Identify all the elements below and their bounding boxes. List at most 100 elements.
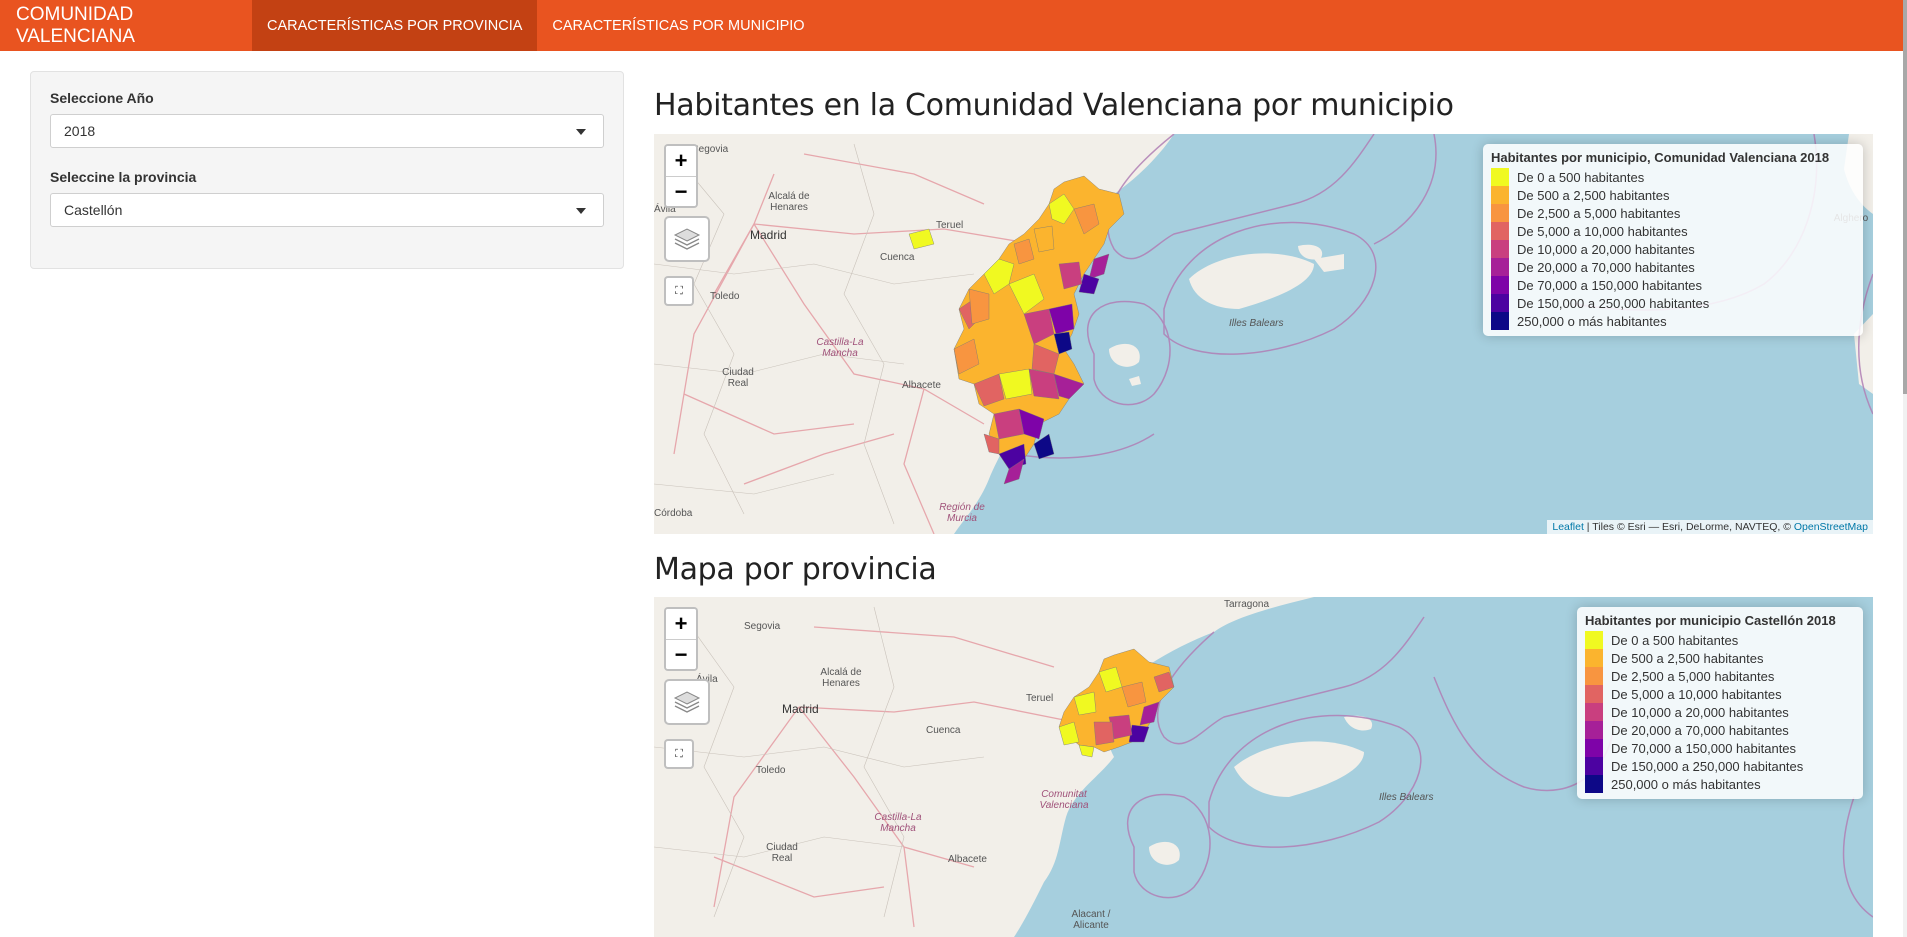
- legend-map2: Habitantes por municipio Castellón 2018 …: [1577, 607, 1863, 799]
- legend-rows: De 0 a 500 habitantes De 500 a 2,500 habi…: [1585, 631, 1855, 793]
- legend-label: De 20,000 a 70,000 habitantes: [1517, 259, 1695, 275]
- place-label: Toledo: [710, 291, 740, 302]
- legend-label: De 10,000 a 20,000 habitantes: [1517, 241, 1695, 257]
- legend-swatch: [1585, 685, 1603, 703]
- legend-item: De 0 a 500 habitantes: [1585, 631, 1855, 649]
- place-label: Segovia: [744, 621, 781, 632]
- place-label: Ciudad Real: [766, 842, 798, 864]
- legend-item: De 20,000 a 70,000 habitantes: [1585, 721, 1855, 739]
- map-comunidad-valenciana[interactable]: Segovia Alcalá de Henares Ávila Madrid T…: [654, 134, 1873, 534]
- place-label: Alacant / Alicante: [1071, 909, 1111, 931]
- fullscreen-button[interactable]: ⛶: [664, 276, 694, 306]
- legend-item: De 0 a 500 habitantes: [1491, 168, 1855, 186]
- brand-title[interactable]: COMUNIDAD VALENCIANA: [0, 0, 252, 51]
- legend-swatch: [1491, 168, 1509, 186]
- legend-swatch: [1491, 276, 1509, 294]
- legend-item: De 70,000 a 150,000 habitantes: [1585, 739, 1855, 757]
- place-label: Ciudad Real: [722, 367, 754, 389]
- place-label: Albacete: [948, 854, 987, 865]
- legend-item: De 10,000 a 20,000 habitantes: [1491, 240, 1855, 258]
- legend-label: De 10,000 a 20,000 habitantes: [1611, 704, 1789, 720]
- legend-label: De 150,000 a 250,000 habitantes: [1517, 295, 1710, 311]
- legend-rows: De 0 a 500 habitantes De 500 a 2,500 habi…: [1491, 168, 1855, 330]
- tab-caracteristicas-provincia[interactable]: CARACTERÍSTICAS POR PROVINCIA: [252, 0, 538, 51]
- legend-swatch: [1491, 204, 1509, 222]
- legend-item: De 5,000 a 10,000 habitantes: [1491, 222, 1855, 240]
- chevron-down-icon: [576, 129, 586, 135]
- legend-swatch: [1491, 186, 1509, 204]
- place-label: Alcalá de Henares: [768, 191, 810, 213]
- fullscreen-icon: ⛶: [675, 284, 683, 297]
- legend-label: 250,000 o más habitantes: [1517, 313, 1667, 329]
- place-label: Toledo: [756, 765, 786, 776]
- place-label: Albacete: [902, 380, 941, 391]
- place-label: Castilla-La Mancha: [816, 337, 864, 359]
- legend-item: 250,000 o más habitantes: [1585, 775, 1855, 793]
- legend-swatch: [1585, 721, 1603, 739]
- place-label: Cuenca: [880, 252, 915, 263]
- year-select-value: 2018: [64, 123, 96, 139]
- legend-title: Habitantes por municipio Castellón 2018: [1585, 613, 1836, 628]
- legend-swatch: [1585, 631, 1603, 649]
- place-label: Alcalá de Henares: [820, 667, 862, 689]
- legend-label: De 70,000 a 150,000 habitantes: [1517, 277, 1703, 293]
- legend-swatch: [1585, 649, 1603, 667]
- legend-item: De 150,000 a 250,000 habitantes: [1491, 294, 1855, 312]
- layers-button[interactable]: [664, 216, 710, 262]
- legend-swatch: [1585, 739, 1603, 757]
- legend-swatch: [1585, 757, 1603, 775]
- zoom-out-button[interactable]: −: [666, 639, 696, 669]
- layers-button[interactable]: [664, 679, 710, 725]
- legend-label: De 5,000 a 10,000 habitantes: [1517, 223, 1688, 239]
- zoom-control: + −: [664, 607, 698, 671]
- legend-swatch: [1585, 667, 1603, 685]
- fullscreen-icon: ⛶: [675, 747, 683, 760]
- osm-link[interactable]: OpenStreetMap: [1794, 521, 1868, 533]
- fullscreen-button[interactable]: ⛶: [664, 739, 694, 769]
- province-select[interactable]: Castellón: [50, 193, 604, 227]
- legend-label: De 500 a 2,500 habitantes: [1517, 187, 1670, 203]
- legend-label: De 5,000 a 10,000 habitantes: [1611, 686, 1782, 702]
- place-label: Cuenca: [926, 725, 961, 736]
- place-label: Región de Murcia: [939, 502, 985, 524]
- legend-item: De 500 a 2,500 habitantes: [1491, 186, 1855, 204]
- map1-heading: Habitantes en la Comunidad Valenciana po…: [654, 88, 1454, 123]
- legend-item: De 2,500 a 5,000 habitantes: [1491, 204, 1855, 222]
- zoom-out-button[interactable]: −: [666, 176, 696, 206]
- place-label: Illes Balears: [1379, 792, 1434, 803]
- legend-label: De 150,000 a 250,000 habitantes: [1611, 758, 1804, 774]
- legend-item: De 5,000 a 10,000 habitantes: [1585, 685, 1855, 703]
- legend-swatch: [1491, 240, 1509, 258]
- navbar: COMUNIDAD VALENCIANA CARACTERÍSTICAS POR…: [0, 0, 1903, 51]
- year-select[interactable]: 2018: [50, 114, 604, 148]
- tab-caracteristicas-municipio[interactable]: CARACTERÍSTICAS POR MUNICIPIO: [537, 0, 819, 51]
- place-label: Córdoba: [654, 508, 693, 519]
- legend-label: 250,000 o más habitantes: [1611, 776, 1761, 792]
- legend-swatch: [1491, 294, 1509, 312]
- legend-item: De 70,000 a 150,000 habitantes: [1491, 276, 1855, 294]
- map-attribution: Leaflet | Tiles © Esri — Esri, DeLorme, …: [1547, 520, 1873, 534]
- place-label: Castilla-La Mancha: [874, 812, 922, 834]
- scrollbar-thumb[interactable]: [1903, 0, 1907, 394]
- legend-item: De 10,000 a 20,000 habitantes: [1585, 703, 1855, 721]
- legend-swatch: [1585, 775, 1603, 793]
- attribution-text: | Tiles © Esri — Esri, DeLorme, NAVTEQ, …: [1583, 521, 1794, 533]
- place-label: Tarragona: [1224, 599, 1270, 610]
- legend-label: De 2,500 a 5,000 habitantes: [1611, 668, 1775, 684]
- chevron-down-icon: [576, 208, 586, 214]
- legend-item: De 2,500 a 5,000 habitantes: [1585, 667, 1855, 685]
- legend-swatch: [1491, 258, 1509, 276]
- page-scrollbar[interactable]: [1903, 0, 1907, 937]
- legend-label: De 0 a 500 habitantes: [1611, 632, 1739, 648]
- legend-item: De 150,000 a 250,000 habitantes: [1585, 757, 1855, 775]
- map-provincia[interactable]: Tarragona Segovia Alcalá de Henares Ávil…: [654, 597, 1873, 937]
- place-label: Illes Balears: [1229, 318, 1284, 329]
- year-label: Seleccione Año: [50, 90, 154, 106]
- zoom-in-button[interactable]: +: [666, 609, 696, 639]
- zoom-in-button[interactable]: +: [666, 146, 696, 176]
- legend-label: De 2,500 a 5,000 habitantes: [1517, 205, 1681, 221]
- leaflet-link[interactable]: Leaflet: [1552, 521, 1584, 533]
- layers-icon: [673, 691, 701, 713]
- place-label: Madrid: [750, 228, 787, 242]
- place-label: Teruel: [1026, 693, 1054, 704]
